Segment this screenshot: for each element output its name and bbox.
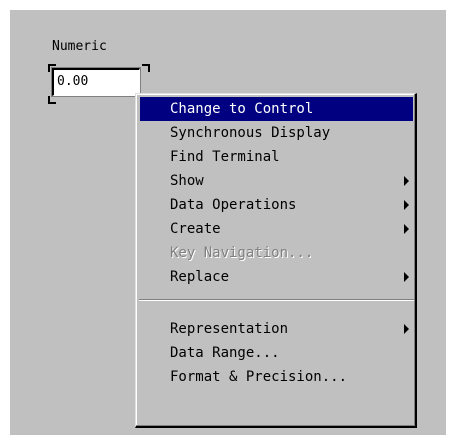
menu-item-synchronous-display[interactable]: Synchronous Display	[140, 121, 413, 145]
numeric-label: Numeric	[52, 39, 107, 54]
submenu-arrow-icon	[404, 176, 409, 186]
submenu-arrow-icon	[404, 224, 409, 234]
context-menu: Change to Control Synchronous Display Fi…	[135, 93, 417, 428]
selection-corner-top-right	[142, 64, 150, 72]
menu-item-find-terminal[interactable]: Find Terminal	[140, 145, 413, 169]
menu-item-label: Create	[170, 221, 221, 237]
menu-item-create[interactable]: Create	[140, 217, 413, 241]
submenu-arrow-icon	[404, 200, 409, 210]
menu-item-replace[interactable]: Replace	[140, 265, 413, 289]
menu-item-label: Representation	[170, 321, 289, 337]
submenu-arrow-icon	[404, 272, 409, 282]
submenu-arrow-icon	[404, 324, 409, 334]
menu-item-data-range[interactable]: Data Range...	[140, 341, 413, 365]
menu-item-label: Show	[170, 173, 204, 189]
numeric-indicator[interactable]: 0.00	[51, 67, 141, 97]
menu-item-label: Synchronous Display	[170, 125, 331, 141]
selection-corner-bottom-left	[48, 96, 56, 104]
menu-item-label: Format & Precision...	[170, 369, 348, 385]
menu-item-representation[interactable]: Representation	[140, 317, 413, 341]
menu-item-label: Data Operations	[170, 197, 297, 213]
menu-separator	[139, 299, 414, 301]
menu-item-change-to-control[interactable]: Change to Control	[140, 97, 413, 121]
menu-item-label: Find Terminal	[170, 149, 280, 165]
menu-item-label: Data Range...	[170, 345, 280, 361]
menu-item-data-operations[interactable]: Data Operations	[140, 193, 413, 217]
menu-item-show[interactable]: Show	[140, 169, 413, 193]
menu-item-format-precision[interactable]: Format & Precision...	[140, 365, 413, 389]
menu-item-key-navigation: Key Navigation...	[140, 241, 413, 265]
menu-item-label: Replace	[170, 269, 230, 285]
menu-item-label: Key Navigation...	[170, 245, 314, 261]
menu-item-label: Change to Control	[170, 101, 314, 117]
